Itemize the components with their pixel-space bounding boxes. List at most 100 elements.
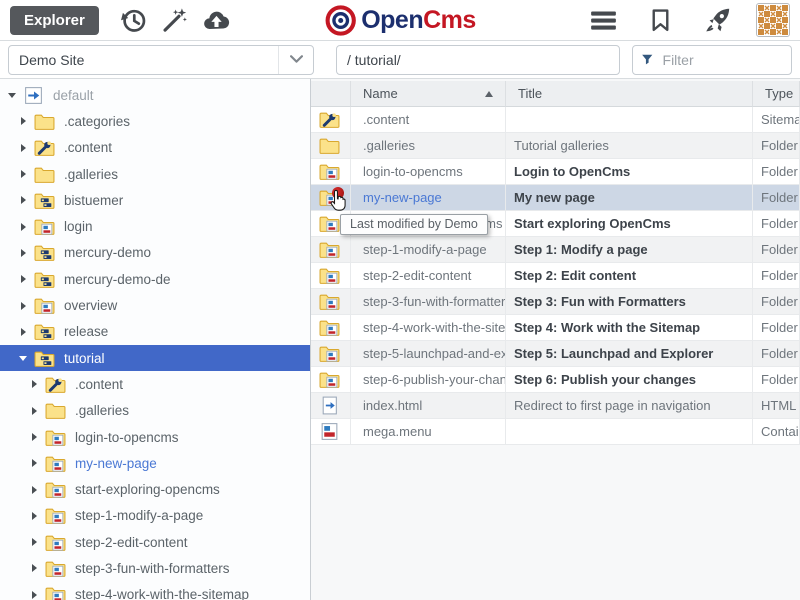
- caret-collapsed-icon[interactable]: [17, 249, 29, 257]
- tree-item-bistuemer[interactable]: bistuemer: [0, 187, 310, 213]
- page-folder-icon: [311, 263, 351, 289]
- caret-collapsed-icon[interactable]: [17, 223, 29, 231]
- tree-item-label: step-3-fun-with-formatters: [75, 561, 230, 576]
- tree-item-galleries[interactable]: .galleries: [0, 398, 310, 424]
- tree-item-label: .content: [64, 140, 112, 155]
- tree-item-content[interactable]: .content: [0, 135, 310, 161]
- wizard-wand-icon[interactable]: [161, 7, 188, 34]
- site-selector[interactable]: Demo Site: [8, 45, 314, 75]
- caret-collapsed-icon[interactable]: [17, 328, 29, 336]
- caret-collapsed-icon[interactable]: [28, 591, 40, 599]
- file-name-cell: index.html: [351, 393, 506, 419]
- filter-input[interactable]: [661, 51, 783, 69]
- chevron-down-icon[interactable]: [278, 46, 313, 74]
- caret-collapsed-icon[interactable]: [17, 170, 29, 178]
- bookmark-icon[interactable]: [648, 8, 673, 33]
- caret-collapsed-icon[interactable]: [28, 459, 40, 467]
- tree-item-step-1-modify-a-page[interactable]: step-1-modify-a-page: [0, 503, 310, 529]
- column-header-type[interactable]: Type: [753, 81, 800, 107]
- caret-collapsed-icon[interactable]: [17, 144, 29, 152]
- file-table: Name Title Type .contentSitemap.gallerie…: [311, 81, 800, 445]
- sitemap-folder-icon: [34, 349, 55, 368]
- caret-collapsed-icon[interactable]: [28, 512, 40, 520]
- tree-item-galleries[interactable]: .galleries: [0, 161, 310, 187]
- tree-item-step-4-work-with-the-sitemap[interactable]: step-4-work-with-the-sitemap: [0, 582, 310, 600]
- tree-item-overview[interactable]: overview: [0, 292, 310, 318]
- tree-item-label: mercury-demo-de: [64, 272, 171, 287]
- explorer-view-button[interactable]: Explorer: [10, 6, 99, 35]
- tree-item-label: release: [64, 324, 108, 339]
- tree-item-default[interactable]: default: [0, 82, 310, 108]
- sort-ascending-icon: [485, 91, 493, 97]
- file-name-cell: mega.menu: [351, 419, 506, 445]
- caret-collapsed-icon[interactable]: [28, 538, 40, 546]
- file-type-cell: Folder: [753, 263, 800, 289]
- tree-item-my-new-page[interactable]: my-new-page: [0, 450, 310, 476]
- tree-item-label: login: [64, 219, 93, 234]
- column-header-name[interactable]: Name: [351, 81, 506, 107]
- folder-tree: default.categories .content .galleries bist…: [0, 79, 311, 600]
- file-name-cell: my-new-page: [351, 185, 506, 211]
- history-icon[interactable]: [120, 7, 147, 34]
- tree-item-step-2-edit-content[interactable]: step-2-edit-content: [0, 529, 310, 555]
- config-folder-icon: [34, 138, 55, 157]
- tree-item-categories[interactable]: .categories: [0, 108, 310, 134]
- file-title-cell: [506, 419, 753, 445]
- caret-collapsed-icon[interactable]: [28, 407, 40, 415]
- tree-item-label: .content: [75, 377, 123, 392]
- page-folder-icon: [311, 185, 351, 211]
- tree-item-tutorial[interactable]: tutorial: [0, 345, 310, 371]
- path-input[interactable]: [336, 45, 620, 75]
- tree-item-mercury-demo[interactable]: mercury-demo: [0, 240, 310, 266]
- caret-expanded-icon[interactable]: [17, 356, 29, 361]
- file-title-cell: Step 2: Edit content: [506, 263, 753, 289]
- tree-item-mercury-demo-de[interactable]: mercury-demo-de: [0, 266, 310, 292]
- caret-collapsed-icon[interactable]: [28, 380, 40, 388]
- file-name-cell: step-1-modify-a-page: [351, 237, 506, 263]
- tree-item-step-3-fun-with-formatters[interactable]: step-3-fun-with-formatters: [0, 555, 310, 581]
- rocket-icon[interactable]: [704, 6, 732, 34]
- page-folder-icon: [45, 454, 66, 473]
- column-header-title[interactable]: Title: [506, 81, 753, 107]
- user-identicon[interactable]: [756, 3, 790, 37]
- tree-item-content[interactable]: .content: [0, 371, 310, 397]
- file-title-cell: Step 6: Publish your changes: [506, 367, 753, 393]
- content-area: default.categories .content .galleries bist…: [0, 79, 800, 600]
- file-type-cell: Folder: [753, 159, 800, 185]
- caret-collapsed-icon[interactable]: [28, 486, 40, 494]
- menu-icon[interactable]: [590, 7, 617, 34]
- tree-item-login-to-opencms[interactable]: login-to-opencms: [0, 424, 310, 450]
- caret-collapsed-icon[interactable]: [28, 433, 40, 441]
- sitemap-folder-icon: [34, 191, 55, 210]
- caret-collapsed-icon[interactable]: [17, 117, 29, 125]
- page-folder-icon: [45, 506, 66, 525]
- caret-collapsed-icon[interactable]: [17, 302, 29, 310]
- caret-collapsed-icon[interactable]: [17, 275, 29, 283]
- upload-icon[interactable]: [202, 6, 231, 35]
- file-type-cell: Folder: [753, 185, 800, 211]
- page-folder-icon: [311, 315, 351, 341]
- file-title-cell: My new page: [506, 185, 753, 211]
- config-folder-icon: [45, 375, 66, 394]
- file-title-cell: Step 5: Launchpad and Explorer: [506, 341, 753, 367]
- logo-text-open: Open: [361, 6, 423, 34]
- tree-item-release[interactable]: release: [0, 319, 310, 345]
- tree-item-label: bistuemer: [64, 193, 123, 208]
- page-folder-icon: [311, 341, 351, 367]
- caret-expanded-icon[interactable]: [6, 93, 18, 98]
- tree-item-label: step-4-work-with-the-sitemap: [75, 587, 249, 600]
- config-folder-icon: [311, 107, 351, 133]
- file-name-cell: step-2-edit-content: [351, 263, 506, 289]
- caret-collapsed-icon[interactable]: [17, 196, 29, 204]
- page-folder-icon: [311, 289, 351, 315]
- tree-item-start-exploring-opencms[interactable]: start-exploring-opencms: [0, 476, 310, 502]
- caret-collapsed-icon[interactable]: [28, 564, 40, 572]
- file-title-cell: [506, 107, 753, 133]
- tree-item-label: step-1-modify-a-page: [75, 508, 203, 523]
- file-name-cell: step-3-fun-with-formatters: [351, 289, 506, 315]
- tree-item-login[interactable]: login: [0, 213, 310, 239]
- root-site-icon: [23, 86, 44, 105]
- page-folder-icon: [311, 367, 351, 393]
- page-folder-icon: [311, 159, 351, 185]
- changed-indicator-dot: [332, 187, 344, 199]
